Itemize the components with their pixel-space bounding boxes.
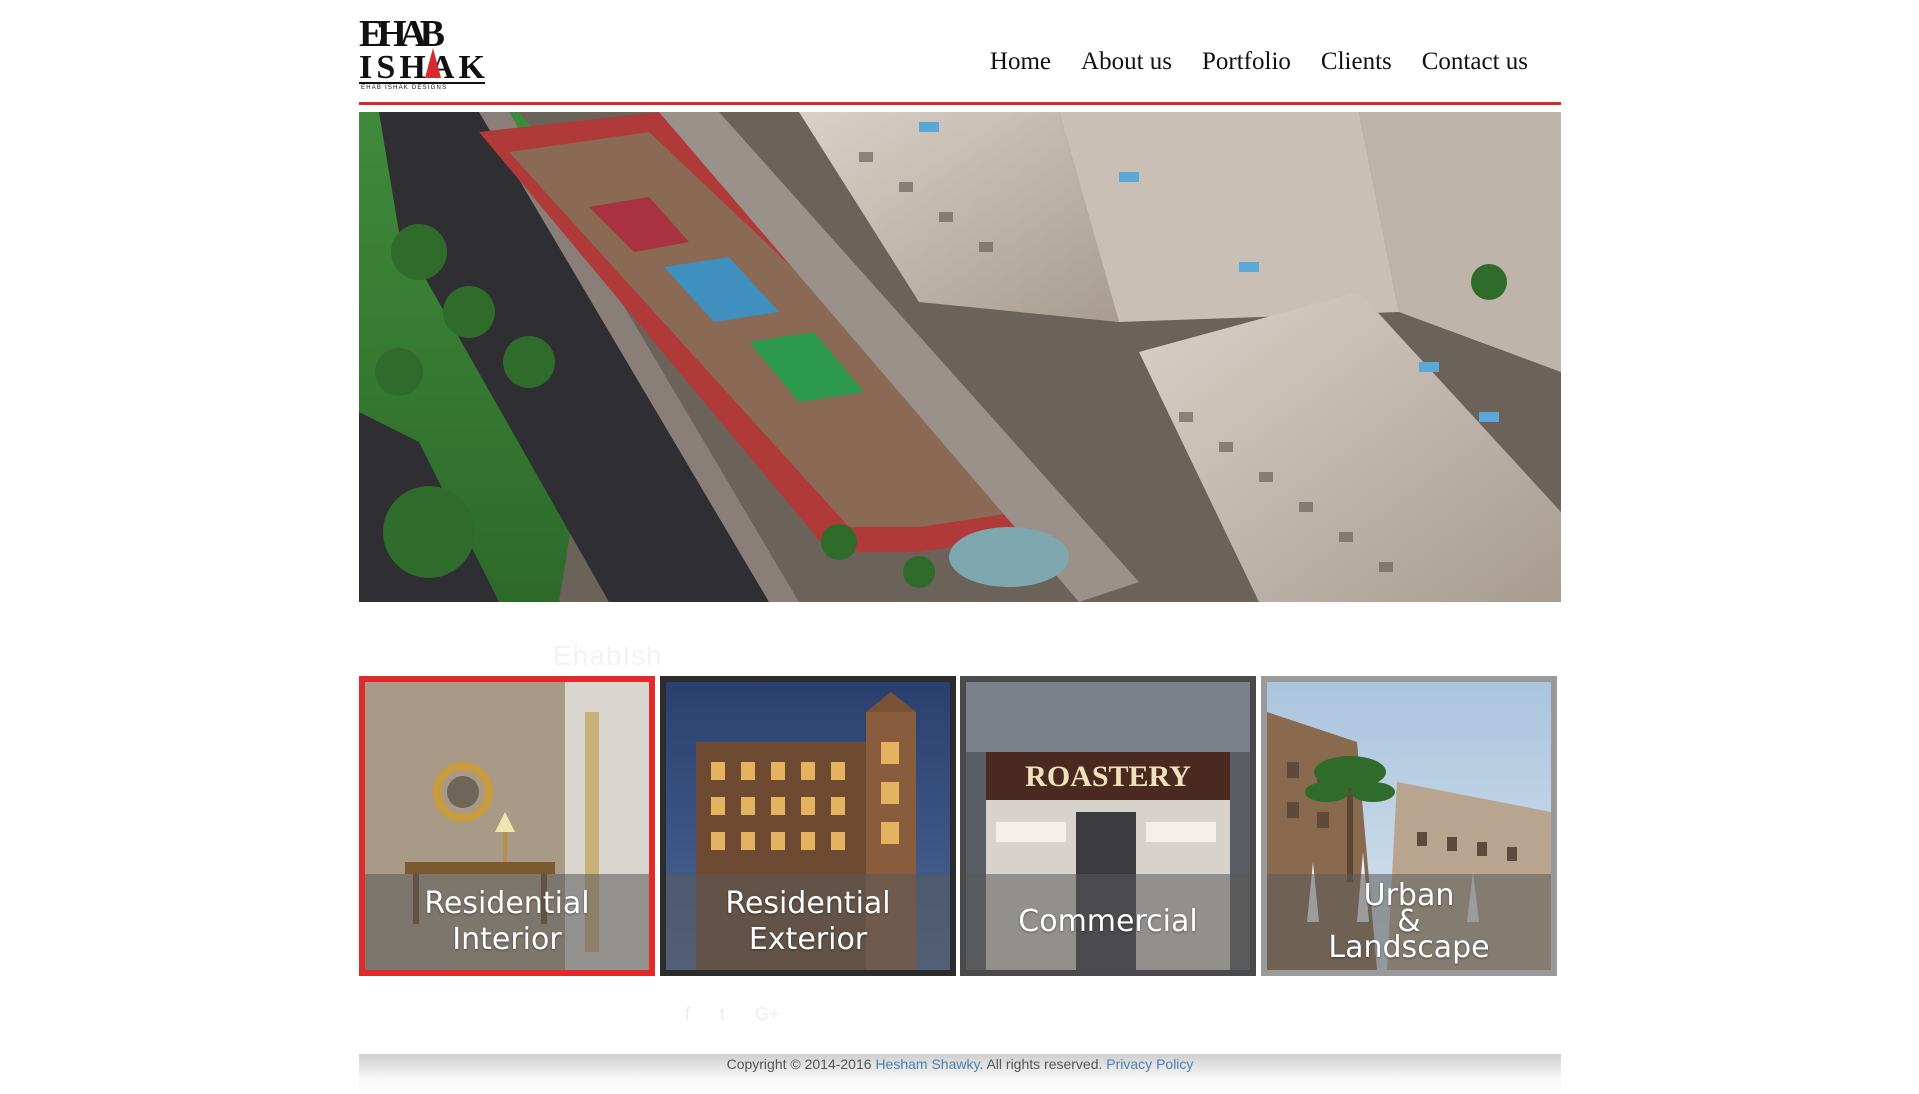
tile-caption: Commercial [966, 874, 1250, 970]
tile-title-line1: Residential [424, 886, 590, 921]
svg-text:EHAB ISHAK DESIGNS: EHAB ISHAK DESIGNS [361, 85, 447, 90]
tile-commercial[interactable]: ROASTERY Commercial [960, 676, 1256, 976]
page: EHAB ISHAK EHAB ISHAK DESIGNS Home About… [359, 0, 1561, 1094]
nav-portfolio[interactable]: Portfolio [1187, 48, 1306, 76]
nav-about[interactable]: About us [1066, 48, 1187, 76]
nav-clients[interactable]: Clients [1306, 48, 1407, 76]
nav-home[interactable]: Home [975, 48, 1066, 76]
main-nav: Home About us Portfolio Clients Contact … [975, 48, 1543, 76]
copyright-middle: . All rights reserved. [979, 1056, 1107, 1072]
svg-text:ISHAK: ISHAK [359, 49, 485, 86]
nav-contact[interactable]: Contact us [1407, 48, 1543, 76]
tile-title-line2: Interior [452, 922, 562, 957]
facebook-icon[interactable]: f [685, 1004, 690, 1025]
category-tiles: Residential Interior Residential Exterio… [359, 676, 1561, 978]
footer: Copyright © 2014-2016 Hesham Shawky. All… [359, 1054, 1561, 1094]
tile-caption: Residential Interior [365, 874, 649, 970]
copyright-text: Copyright © 2014-2016 Hesham Shawky. All… [727, 1056, 1194, 1072]
copyright-prefix: Copyright © 2014-2016 [726, 1056, 876, 1072]
social-links: f t G+ [685, 1004, 780, 1025]
author-link[interactable]: Hesham Shawky [875, 1056, 979, 1072]
twitter-icon[interactable]: t [720, 1004, 725, 1025]
tile-title-line1: Commercial [1018, 904, 1198, 939]
googleplus-icon[interactable]: G+ [755, 1004, 780, 1025]
tile-title-line1: Residential [725, 886, 891, 921]
tile-title-line2: Exterior [748, 922, 868, 957]
tile-residential-exterior[interactable]: Residential Exterior [660, 676, 956, 976]
tile-residential-interior[interactable]: Residential Interior [359, 676, 655, 976]
storefront-sign: ROASTERY [1025, 760, 1191, 793]
brand-logo[interactable]: EHAB ISHAK EHAB ISHAK DESIGNS [359, 12, 485, 90]
tile-title-line2: Landscape [1328, 930, 1490, 965]
tile-urban-landscape[interactable]: Urban & Landscape [1261, 676, 1557, 976]
hero-image [359, 112, 1561, 602]
ghost-heading: EhabIsh [553, 640, 663, 671]
tile-caption: Residential Exterior [666, 874, 950, 970]
header-divider [359, 102, 1561, 105]
tile-caption: Urban & Landscape [1267, 874, 1551, 970]
privacy-policy-link[interactable]: Privacy Policy [1106, 1056, 1193, 1072]
